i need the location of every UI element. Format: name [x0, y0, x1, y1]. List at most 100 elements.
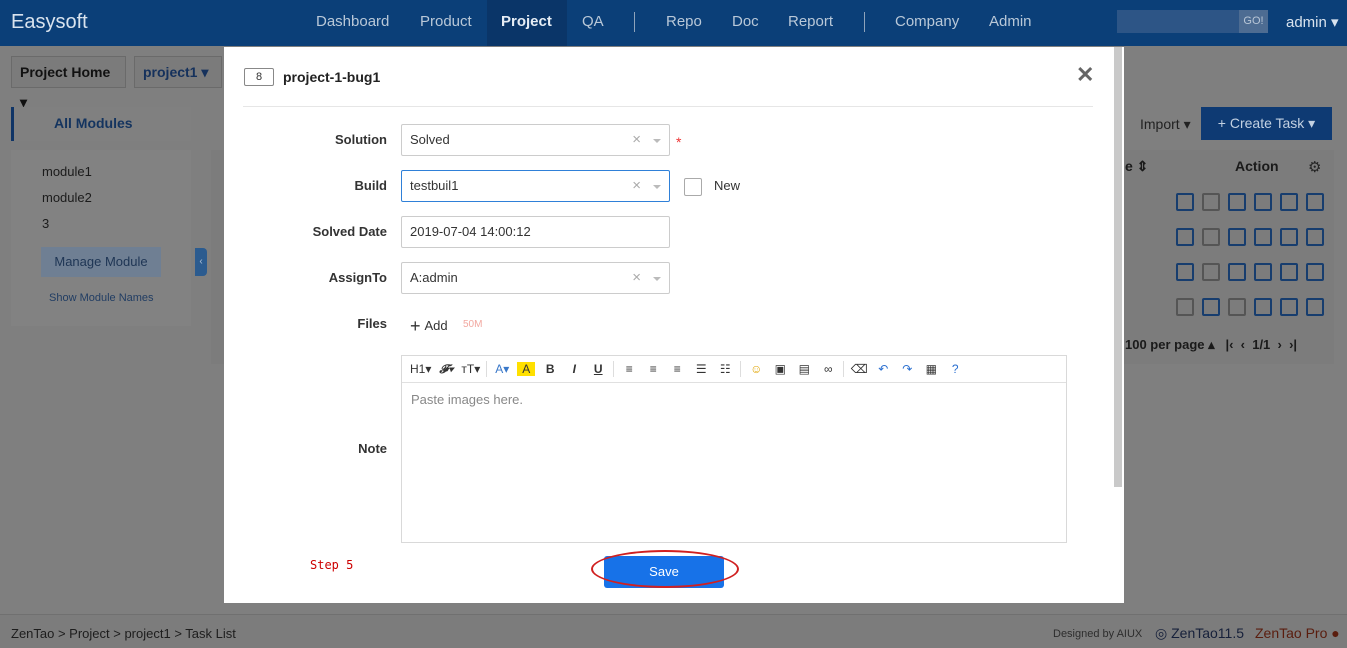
nav-repo[interactable]: Repo	[666, 13, 702, 30]
collapse-sidebar-icon[interactable]: ‹	[195, 248, 207, 276]
pause-icon[interactable]	[1202, 298, 1220, 316]
solution-select[interactable]: Solved ×	[401, 124, 670, 156]
record-icon[interactable]	[1254, 193, 1272, 211]
solved-date-input[interactable]: 2019-07-04 14:00:12	[401, 216, 670, 248]
start-icon[interactable]	[1176, 298, 1194, 316]
chevron-down-icon[interactable]	[653, 263, 661, 293]
zentao-pro-link[interactable]: ZenTao Pro ●	[1255, 625, 1340, 641]
user-menu[interactable]: admin ▾	[1286, 13, 1339, 31]
help-icon[interactable]: ?	[946, 362, 964, 376]
nav-report[interactable]: Report	[788, 13, 833, 30]
zentao-version-link[interactable]: ◎ ZenTao11.5	[1155, 625, 1244, 642]
assign-to-select[interactable]: A:admin ×	[401, 262, 670, 294]
save-button[interactable]: Save	[604, 556, 724, 588]
start-icon[interactable]	[1176, 263, 1194, 281]
font-color-icon[interactable]: A▾	[493, 362, 511, 376]
link-icon[interactable]: ∞	[819, 362, 837, 376]
new-build-checkbox[interactable]	[684, 178, 702, 196]
redo-icon[interactable]: ↷	[898, 362, 916, 376]
module-item[interactable]: module1	[42, 164, 92, 179]
align-right-icon[interactable]: ≡	[668, 362, 686, 376]
modal-scrollbar[interactable]	[1114, 47, 1122, 487]
toolbar-divider	[740, 361, 742, 377]
note-editor[interactable]: H1▾ 𝓕▾ ᴛT▾ A▾ A B I U ≡ ≡ ≡ ☰ ☷ ☺ ▣ ▤ ∞ …	[401, 355, 1067, 543]
global-search-input[interactable]	[1117, 10, 1239, 33]
nav-doc[interactable]: Doc	[732, 13, 759, 30]
breadcrumb-project[interactable]: project1 ▾	[134, 56, 222, 88]
edit-icon[interactable]	[1280, 263, 1298, 281]
ordered-list-icon[interactable]: ☰	[692, 362, 710, 376]
subtask-icon[interactable]	[1306, 263, 1324, 281]
code-icon[interactable]: ▤	[795, 362, 813, 376]
clear-icon[interactable]: ×	[632, 125, 641, 155]
subtask-icon[interactable]	[1306, 228, 1324, 246]
subtask-icon[interactable]	[1306, 298, 1324, 316]
module-item[interactable]: module2	[42, 190, 92, 205]
clear-icon[interactable]: ×	[632, 171, 641, 201]
chevron-down-icon[interactable]	[653, 125, 661, 155]
nav-qa[interactable]: QA	[582, 13, 604, 30]
edit-icon[interactable]	[1280, 298, 1298, 316]
highlight-icon[interactable]: A	[517, 362, 536, 376]
start-icon[interactable]	[1176, 193, 1194, 211]
add-file-label: Add	[424, 318, 448, 333]
bug-id-badge: 8	[244, 68, 274, 86]
footer-bar: ZenTao > Project > project1 > Task List …	[0, 614, 1347, 648]
import-button[interactable]: Import ▾	[1140, 116, 1191, 133]
italic-icon[interactable]: I	[565, 362, 583, 376]
pro-label: ZenTao Pro	[1255, 625, 1328, 641]
finish-icon[interactable]	[1228, 193, 1246, 211]
heading-icon[interactable]: H1▾	[410, 362, 431, 376]
finish-icon[interactable]	[1228, 298, 1246, 316]
clear-icon[interactable]: ×	[632, 263, 641, 293]
record-icon[interactable]	[1254, 263, 1272, 281]
resolve-bug-modal: 8 project-1-bug1 ✕ Solution Solved × * B…	[224, 47, 1124, 603]
add-file-button[interactable]: + Add	[410, 316, 448, 337]
edit-icon[interactable]	[1280, 193, 1298, 211]
nav-project[interactable]: Project	[487, 0, 567, 46]
font-size-icon[interactable]: ᴛT▾	[461, 362, 480, 376]
unordered-list-icon[interactable]: ☷	[716, 362, 734, 376]
nav-dashboard[interactable]: Dashboard	[316, 13, 389, 30]
edit-icon[interactable]	[1280, 228, 1298, 246]
task-row-actions	[1176, 193, 1324, 211]
underline-icon[interactable]: U	[589, 362, 607, 376]
solution-value: Solved	[410, 132, 450, 147]
subtask-icon[interactable]	[1306, 193, 1324, 211]
chevron-down-icon[interactable]	[653, 171, 661, 201]
page-size-select[interactable]: 100 per page	[1125, 337, 1205, 352]
show-module-names-link[interactable]: Show Module Names	[49, 292, 154, 304]
eraser-icon[interactable]: ⌫	[850, 362, 868, 376]
font-family-icon[interactable]: 𝓕▾	[437, 362, 455, 377]
record-icon[interactable]	[1254, 228, 1272, 246]
start-icon[interactable]	[1176, 228, 1194, 246]
nav-company[interactable]: Company	[895, 13, 959, 30]
gear-icon[interactable]: ⚙	[1308, 158, 1321, 176]
paste-icon[interactable]: ▦	[922, 362, 940, 376]
image-icon[interactable]: ▣	[771, 362, 789, 376]
finish-icon[interactable]	[1228, 263, 1246, 281]
nav-product[interactable]: Product	[420, 13, 472, 30]
pause-icon[interactable]	[1202, 193, 1220, 211]
breadcrumb-project-home[interactable]: Project Home ▾	[11, 56, 126, 110]
build-select[interactable]: testbuil1 ×	[401, 170, 670, 202]
finish-icon[interactable]	[1228, 228, 1246, 246]
pager: 100 per page ▴ |‹ ‹ 1/1 › ›|	[1125, 337, 1298, 352]
record-icon[interactable]	[1254, 298, 1272, 316]
search-go-button[interactable]: GO!	[1239, 10, 1268, 33]
align-center-icon[interactable]: ≡	[644, 362, 662, 376]
nav-admin[interactable]: Admin	[989, 13, 1032, 30]
emoji-icon[interactable]: ☺	[747, 362, 765, 376]
module-item[interactable]: 3	[42, 216, 49, 231]
manage-module-button[interactable]: Manage Module	[41, 247, 161, 277]
pause-icon[interactable]	[1202, 263, 1220, 281]
align-left-icon[interactable]: ≡	[620, 362, 638, 376]
plus-icon: +	[410, 316, 421, 336]
sort-column-header[interactable]: e ⇕	[1125, 158, 1148, 175]
close-icon[interactable]: ✕	[1076, 62, 1094, 88]
bold-icon[interactable]: B	[541, 362, 559, 376]
undo-icon[interactable]: ↶	[874, 362, 892, 376]
create-task-button[interactable]: + Create Task ▾	[1201, 107, 1332, 140]
pause-icon[interactable]	[1202, 228, 1220, 246]
all-modules-tab[interactable]: All Modules	[11, 107, 191, 141]
